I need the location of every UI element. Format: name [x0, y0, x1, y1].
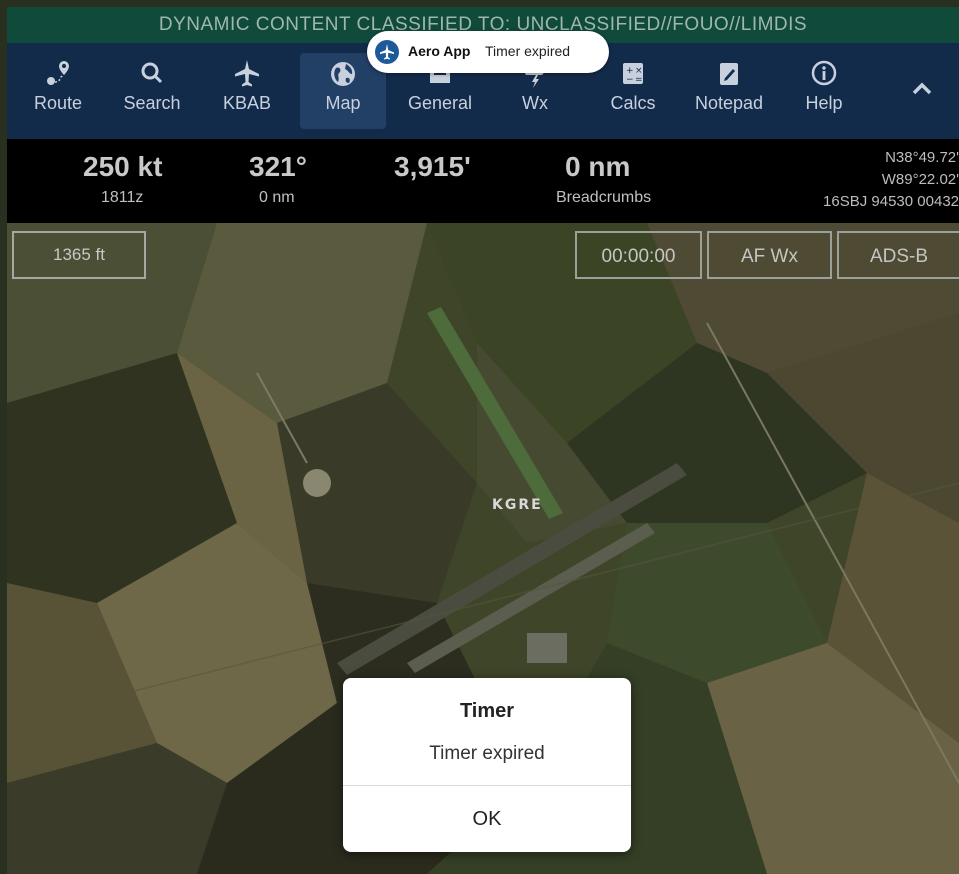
longitude: W89°22.02'	[881, 171, 959, 188]
notification-message: Timer expired	[485, 43, 571, 59]
latitude: N38°49.72'	[885, 149, 959, 166]
map-scale: 1365 ft	[12, 231, 146, 279]
altitude: 3,915'	[394, 151, 471, 182]
notepad-icon	[687, 57, 771, 91]
airplane-icon	[375, 40, 399, 64]
chevron-up-icon	[897, 73, 947, 107]
dialog-title: Timer	[459, 700, 515, 722]
search-icon	[115, 57, 189, 91]
tab-general-label: General	[407, 93, 473, 113]
ground-speed: 250 kt	[83, 151, 163, 182]
svg-text:=: =	[635, 75, 643, 85]
dialog-message: Timer expired	[429, 743, 545, 764]
notification-app-name: Aero App	[408, 43, 471, 59]
collapse-toolbar-button[interactable]	[897, 53, 947, 129]
tab-help[interactable]: Help	[794, 53, 854, 129]
route-icon	[21, 57, 95, 91]
breadcrumb-distance: 0 nm	[565, 151, 631, 182]
tab-wx-label: Wx	[522, 93, 548, 113]
ok-button[interactable]: OK	[343, 786, 631, 852]
tab-route[interactable]: Route	[21, 53, 95, 129]
ads-b-button[interactable]: ADS-B	[837, 231, 959, 279]
app-frame: DYNAMIC CONTENT CLASSIFIED TO: UNCLASSIF…	[7, 7, 959, 874]
af-wx-button[interactable]: AF Wx	[707, 231, 832, 279]
tab-calcs[interactable]: + × − = Calcs	[598, 53, 668, 129]
breadcrumb-label: Breadcrumbs	[556, 189, 652, 206]
tab-route-label: Route	[33, 93, 83, 113]
timer-dialog: Timer Timer expired OK	[343, 678, 631, 852]
notification-toast[interactable]: Aero App Timer expired	[367, 31, 609, 73]
tab-kbab-label: KBAB	[222, 93, 272, 113]
tab-search[interactable]: Search	[115, 53, 189, 129]
info-icon	[794, 57, 854, 91]
tab-notepad-label: Notepad	[694, 93, 764, 113]
airplane-icon	[212, 57, 282, 91]
heading-distance: 0 nm	[259, 189, 295, 206]
tab-calcs-label: Calcs	[610, 93, 656, 113]
heading: 321°	[249, 151, 307, 182]
calculator-icon: + × − =	[598, 57, 668, 91]
mgrs-coordinate: 16SBJ 94530 00432	[823, 193, 959, 210]
zulu-time: 1811z	[101, 189, 144, 206]
svg-text:−: −	[626, 75, 634, 85]
tab-notepad[interactable]: Notepad	[687, 53, 771, 129]
flight-info-bar: 250 kt 1811z 321° 0 nm 3,915' 0 nm Bread…	[7, 139, 959, 223]
tab-search-label: Search	[123, 93, 181, 113]
airport-label: KGRE	[492, 497, 543, 513]
timer-button[interactable]: 00:00:00	[575, 231, 702, 279]
tab-map-label: Map	[325, 93, 361, 113]
tab-kbab[interactable]: KBAB	[212, 53, 282, 129]
map-scale-value: 1365 ft	[53, 245, 105, 264]
tab-help-label: Help	[805, 93, 843, 113]
